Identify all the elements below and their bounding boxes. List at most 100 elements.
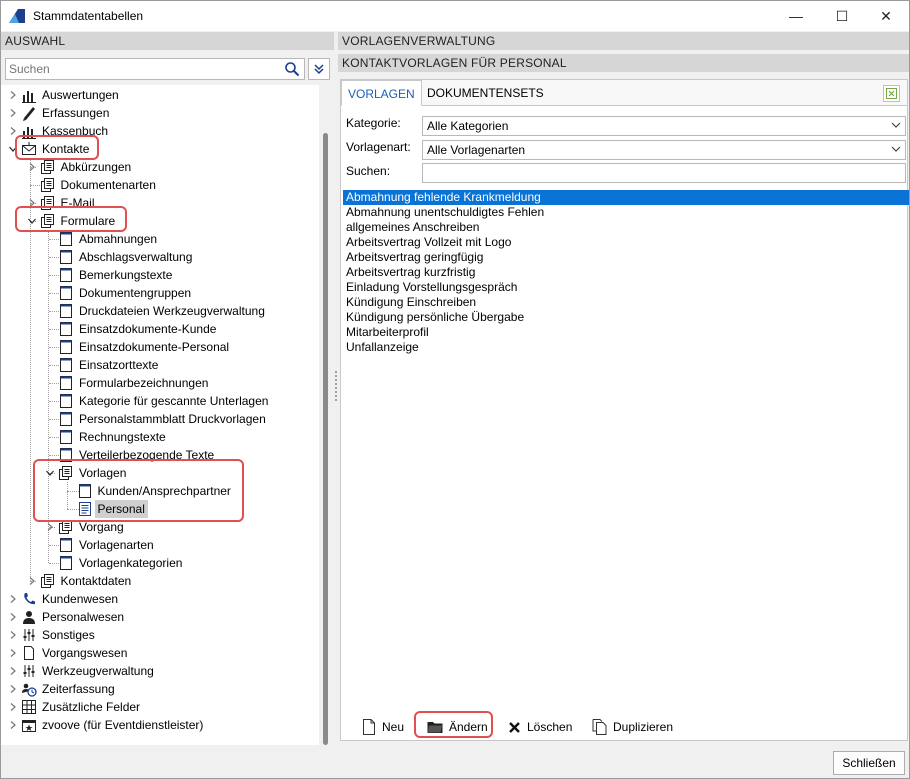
maximize-icon: ☐ (835, 7, 849, 24)
search-icon[interactable] (284, 61, 300, 77)
chevron-right-icon[interactable] (9, 127, 17, 135)
template-list-item[interactable]: Arbeitsvertrag geringfügig (343, 250, 909, 265)
delete-button[interactable]: Löschen (508, 717, 572, 737)
template-list-item[interactable]: Kündigung persönliche Übergabe (343, 310, 909, 325)
tree-item-auswertungen[interactable]: Auswertungen (1, 86, 319, 104)
tree-item-formularbezeichnungen[interactable]: Formularbezeichnungen (1, 374, 319, 392)
template-list-item[interactable]: Unfallanzeige (343, 340, 909, 355)
tree-item-zusätzliche-felder[interactable]: Zusätzliche Felder (1, 698, 319, 716)
template-list-item[interactable]: Abmahnung fehlende Krankmeldung (343, 190, 909, 205)
chevron-down-icon (891, 146, 901, 152)
tree-item-label: Sonstiges (42, 628, 95, 642)
chevron-right-icon[interactable] (28, 577, 36, 585)
document-stack-icon (59, 466, 72, 480)
chevron-right-icon[interactable] (9, 703, 17, 711)
chevron-right-icon[interactable] (9, 667, 17, 675)
tree-item-zeiterfassung[interactable]: Zeiterfassung (1, 680, 319, 698)
tree-item-personal[interactable]: Personal (1, 500, 319, 518)
tree-item-werkzeugverwaltung[interactable]: Werkzeugverwaltung (1, 662, 319, 680)
tree-item-label: Formularbezeichnungen (79, 376, 209, 390)
tree-scrollbar-thumb[interactable] (323, 133, 328, 745)
template-list-item[interactable]: Arbeitsvertrag Vollzeit mit Logo (343, 235, 909, 250)
template-list-item[interactable]: Mitarbeiterprofil (343, 325, 909, 340)
vorlagenart-dropdown[interactable]: Alle Vorlagenarten (422, 140, 906, 160)
template-list-item[interactable]: Einladung Vorstellungsgespräch (343, 280, 909, 295)
tree-item-kunden-ansprechpartner[interactable]: Kunden/Ansprechpartner (1, 482, 319, 500)
chevron-right-icon[interactable] (9, 649, 17, 657)
template-list-item[interactable]: Arbeitsvertrag kurzfristig (343, 265, 909, 280)
tree-item-dokumentenarten[interactable]: Dokumentenarten (1, 176, 319, 194)
chevron-right-icon[interactable] (28, 163, 36, 171)
tree-item-vorgangswesen[interactable]: Vorgangswesen (1, 644, 319, 662)
tree-item-erfassungen[interactable]: Erfassungen (1, 104, 319, 122)
sliders-icon (23, 665, 35, 677)
tab-dokumentensets[interactable]: DOKUMENTENSETS (421, 80, 550, 106)
tree-item-abschlagsverwaltung[interactable]: Abschlagsverwaltung (1, 248, 319, 266)
tree-item-personalwesen[interactable]: Personalwesen (1, 608, 319, 626)
form-icon (60, 412, 72, 426)
tree-item-druckdateien-werkzeugverwaltung[interactable]: Druckdateien Werkzeugverwaltung (1, 302, 319, 320)
tree-item-vorlagenarten[interactable]: Vorlagenarten (1, 536, 319, 554)
tree-item-verteilerbezogende-texte[interactable]: Verteilerbezogende Texte (1, 446, 319, 464)
kategorie-dropdown[interactable]: Alle Kategorien (422, 116, 906, 136)
tree-item-e-mail[interactable]: E-Mail (1, 194, 319, 212)
chevron-down-icon[interactable] (9, 145, 17, 153)
tree-item-kontakte[interactable]: Kontakte (1, 140, 319, 158)
tree-item-sonstiges[interactable]: Sonstiges (1, 626, 319, 644)
chevron-down-icon[interactable] (27, 217, 36, 225)
tree-item-dokumentengruppen[interactable]: Dokumentengruppen (1, 284, 319, 302)
chevron-right-icon[interactable] (9, 91, 17, 99)
pane-splitter[interactable] (335, 371, 338, 401)
edit-button[interactable]: Ändern (427, 717, 488, 737)
tree-item-kassenbuch[interactable]: Kassenbuch (1, 122, 319, 140)
tree-item-abmahnungen[interactable]: Abmahnungen (1, 230, 319, 248)
tree-scrollbar[interactable] (319, 85, 333, 745)
template-list-item[interactable]: Kündigung Einschreiben (343, 295, 909, 310)
template-list-item[interactable]: allgemeines Anschreiben (343, 220, 909, 235)
tree-item-einsatzdokumente-kunde[interactable]: Einsatzdokumente-Kunde (1, 320, 319, 338)
chevron-right-icon[interactable] (9, 595, 17, 603)
panel-close-button[interactable] (883, 85, 900, 102)
chevron-right-icon[interactable] (46, 523, 54, 531)
collapse-filter-button[interactable] (308, 58, 330, 80)
sliders-icon (23, 629, 35, 641)
tree-search-input[interactable] (6, 59, 276, 79)
tree-item-label: Vorlagenkategorien (79, 556, 183, 570)
tree-item-vorlagenkategorien[interactable]: Vorlagenkategorien (1, 554, 319, 572)
chevron-right-icon[interactable] (28, 199, 36, 207)
template-search-input[interactable] (422, 163, 906, 183)
template-list-item[interactable]: Abmahnung unentschuldigtes Fehlen (343, 205, 909, 220)
tab-vorlagen[interactable]: VORLAGEN (341, 80, 422, 106)
tree-item-bemerkungstexte[interactable]: Bemerkungstexte (1, 266, 319, 284)
tree-item-zvoove-für-eventdienstleister[interactable]: zvoove (für Eventdienstleister) (1, 716, 319, 734)
tree-item-label: Personalstammblatt Druckvorlagen (79, 412, 266, 426)
tree-item-rechnungstexte[interactable]: Rechnungstexte (1, 428, 319, 446)
tree-item-personalstammblatt-druckvorlagen[interactable]: Personalstammblatt Druckvorlagen (1, 410, 319, 428)
tree-item-vorlagen[interactable]: Vorlagen (1, 464, 319, 482)
new-button[interactable]: Neu (362, 717, 404, 737)
chevron-right-icon[interactable] (9, 721, 17, 729)
auswahl-header: AUSWAHL (1, 32, 334, 50)
chevron-right-icon[interactable] (9, 685, 17, 693)
tree-item-formulare[interactable]: Formulare (1, 212, 319, 230)
tree-item-label: Dokumentengruppen (79, 286, 192, 300)
window-close-button[interactable]: ✕ (863, 1, 909, 31)
chevron-right-icon[interactable] (9, 109, 17, 117)
tree-item-kontaktdaten[interactable]: Kontaktdaten (1, 572, 319, 590)
tree-item-abkürzungen[interactable]: Abkürzungen (1, 158, 319, 176)
tree-item-kategorie-für-gescannte-unterlagen[interactable]: Kategorie für gescannte Unterlagen (1, 392, 319, 410)
document-stack-icon (40, 160, 54, 174)
chevron-right-icon[interactable] (9, 613, 17, 621)
minimize-button[interactable]: — (773, 1, 819, 31)
chevron-down-icon[interactable] (46, 469, 54, 477)
duplicate-button[interactable]: Duplizieren (592, 717, 673, 737)
tree-item-kundenwesen[interactable]: Kundenwesen (1, 590, 319, 608)
tree-item-label: Kassenbuch (42, 124, 109, 138)
schliessen-button[interactable]: Schließen (833, 751, 905, 775)
tree-item-vorgang[interactable]: Vorgang (1, 518, 319, 536)
tree-item-einsatzorttexte[interactable]: Einsatzorttexte (1, 356, 319, 374)
tree-item-einsatzdokumente-personal[interactable]: Einsatzdokumente-Personal (1, 338, 319, 356)
chevron-right-icon[interactable] (9, 631, 17, 639)
form-icon (60, 430, 72, 444)
maximize-button[interactable]: ☐ (819, 1, 865, 31)
